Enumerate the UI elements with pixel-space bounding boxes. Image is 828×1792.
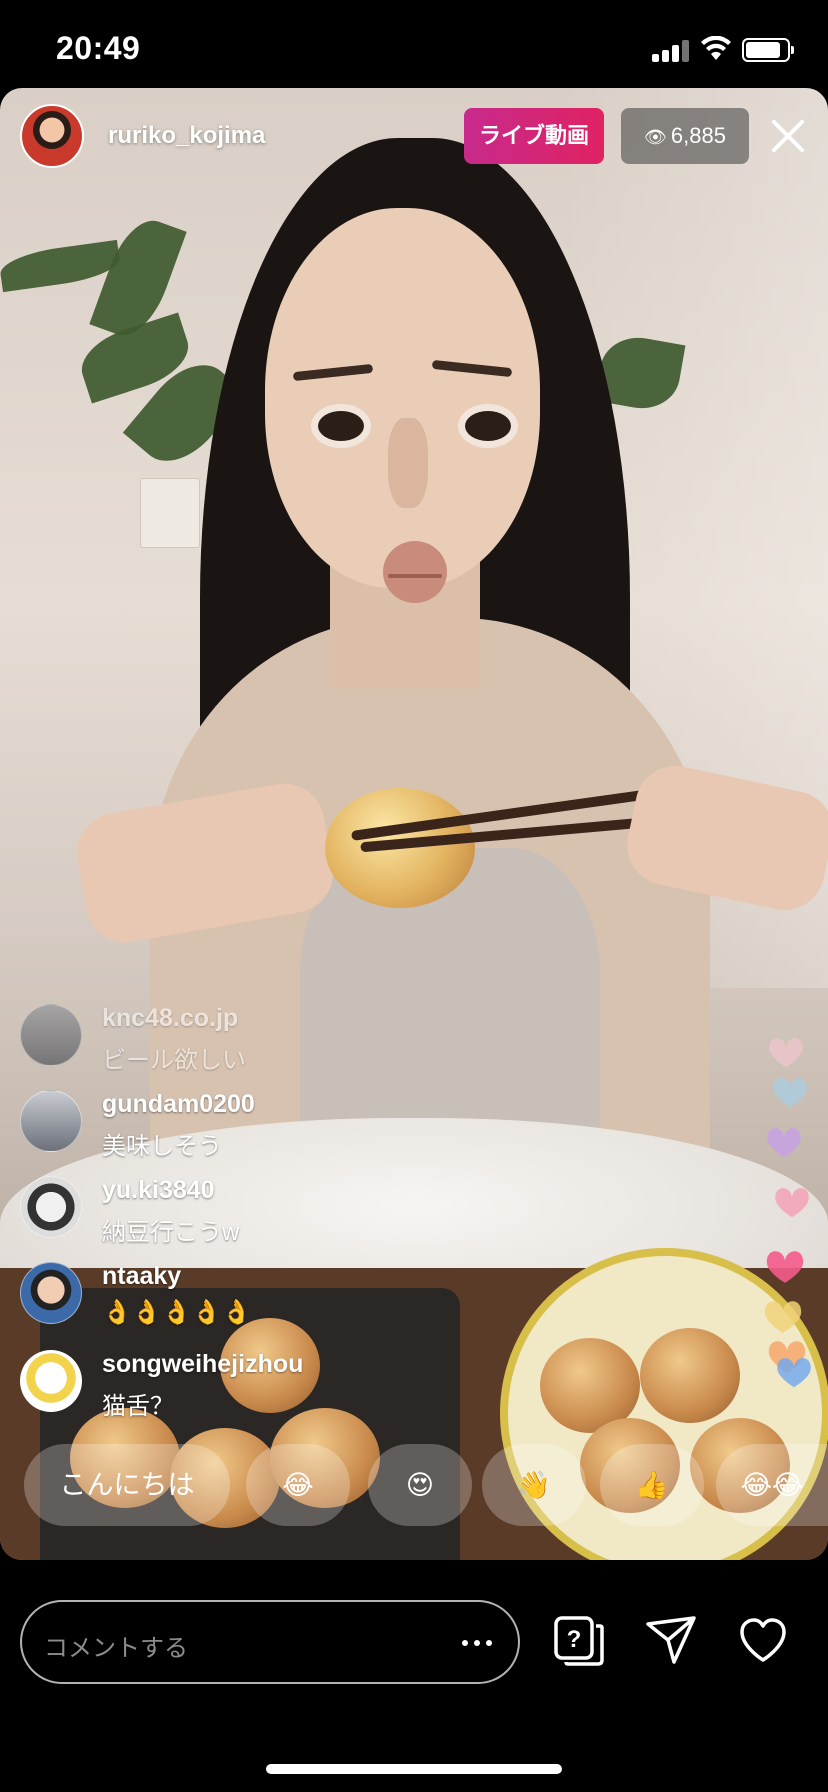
quick-reaction-thumbs-up[interactable]: 👍 [600,1444,704,1526]
comment-username[interactable]: ntaaky [102,1262,181,1291]
video-person-nose [388,418,428,508]
send-icon[interactable] [644,1614,698,1668]
video-person-lips [383,541,447,603]
eye-icon: 👁 [644,127,667,147]
question-sticker-icon[interactable]: ? [552,1614,606,1668]
heart-icon [767,1128,801,1158]
quick-reactions: こんにちは 😂 😍 👋 👍 😂😂 [0,1444,828,1526]
heart-icon [775,1188,809,1218]
comment-placeholder: コメントする [44,1635,188,1662]
video-person-face [265,208,540,588]
heart-icon [766,1251,804,1283]
more-dots-icon[interactable] [462,1640,492,1646]
comment-item: yu.ki3840 納豆行こうw [20,1176,720,1252]
video-person-eye [318,411,364,441]
wifi-icon [701,36,731,60]
quick-reaction-laugh[interactable]: 😂 [246,1444,350,1526]
video-person-eye [465,411,511,441]
comment-item: ntaaky 👌👌👌👌👌 [20,1262,720,1338]
comment-item: songweihejizhou 猫舌？ [20,1350,720,1426]
video-person-lips-line [388,574,442,578]
close-icon[interactable] [764,112,812,160]
comment-avatar[interactable] [20,1090,82,1152]
quick-reaction-hello[interactable]: こんにちは [24,1444,230,1526]
comment-item: gundam0200 美味しそう [20,1090,720,1166]
comment-avatar[interactable] [20,1004,82,1066]
comment-input[interactable]: コメントする [20,1600,520,1684]
comment-username[interactable]: songweihejizhou [102,1350,303,1379]
comment-username[interactable]: knc48.co.jp [102,1004,238,1033]
battery-icon [742,38,794,62]
status-bar: 20:49 [0,0,828,88]
status-time: 20:49 [56,30,141,66]
home-indicator[interactable] [266,1764,562,1774]
viewer-count: 6,885 [670,123,726,148]
comment-avatar[interactable] [20,1350,82,1412]
battery-level [746,42,780,58]
comment-text: 👌👌👌👌👌 [102,1299,252,1326]
heart-icon [764,1301,802,1333]
comment-item: knc48.co.jp ビール欲しい [20,1004,720,1080]
comment-text: ビール欲しい [102,1047,246,1074]
comment-text: 納豆行こうw [102,1219,240,1246]
comment-text: 美味しそう [102,1133,222,1160]
live-video[interactable] [0,88,828,1560]
quick-reaction-heart-eyes[interactable]: 😍 [368,1444,472,1526]
cellular-signal-icon [652,40,692,62]
live-badge: ライブ動画 [464,108,604,164]
host-username[interactable]: ruriko_kojima [108,122,265,150]
heart-icon [773,1078,807,1108]
heart-icon [769,1038,803,1068]
quick-reaction-laugh-double[interactable]: 😂😂 [716,1444,828,1526]
comment-username[interactable]: yu.ki3840 [102,1176,215,1205]
svg-text:?: ? [567,1626,582,1653]
comment-avatar[interactable] [20,1176,82,1238]
quick-reaction-wave[interactable]: 👋 [482,1444,586,1526]
comment-avatar[interactable] [20,1262,82,1324]
video-wall-switch [140,478,200,548]
comment-text: 猫舌？ [102,1393,174,1420]
heart-icon[interactable] [736,1614,790,1668]
host-avatar[interactable] [20,104,84,168]
comment-username[interactable]: gundam0200 [102,1090,255,1119]
viewer-count-badge[interactable]: 👁 6,885 [621,108,749,164]
floating-hearts [764,1038,811,1388]
